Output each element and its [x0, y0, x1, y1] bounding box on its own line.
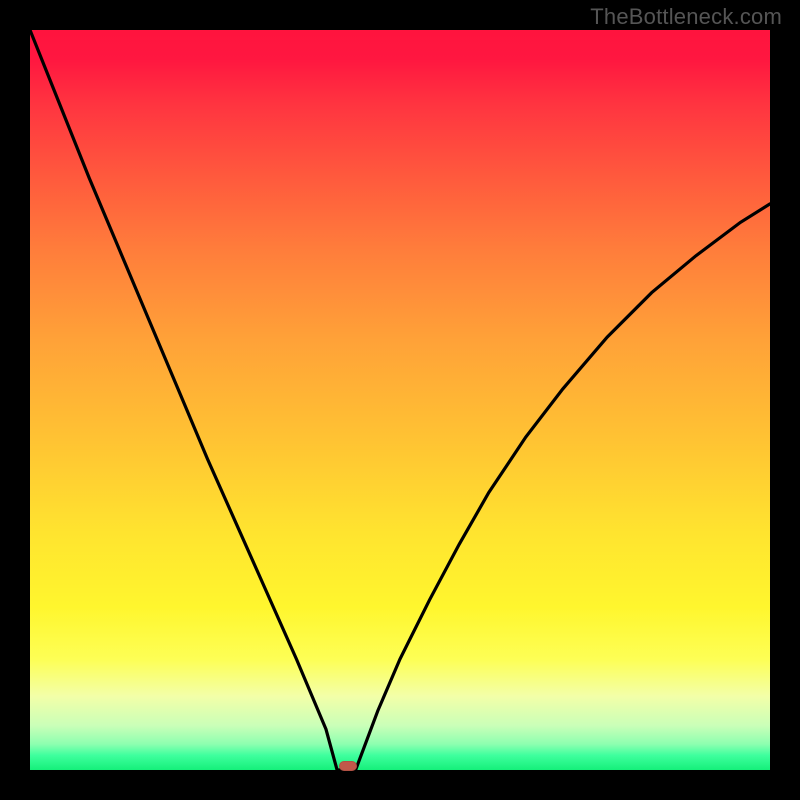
curve-right-branch [356, 204, 770, 770]
minimum-marker [339, 761, 357, 771]
curve-left-branch [30, 30, 337, 770]
bottleneck-curve [30, 30, 770, 770]
chart-frame: TheBottleneck.com [0, 0, 800, 800]
plot-area [30, 30, 770, 770]
watermark-text: TheBottleneck.com [590, 4, 782, 30]
